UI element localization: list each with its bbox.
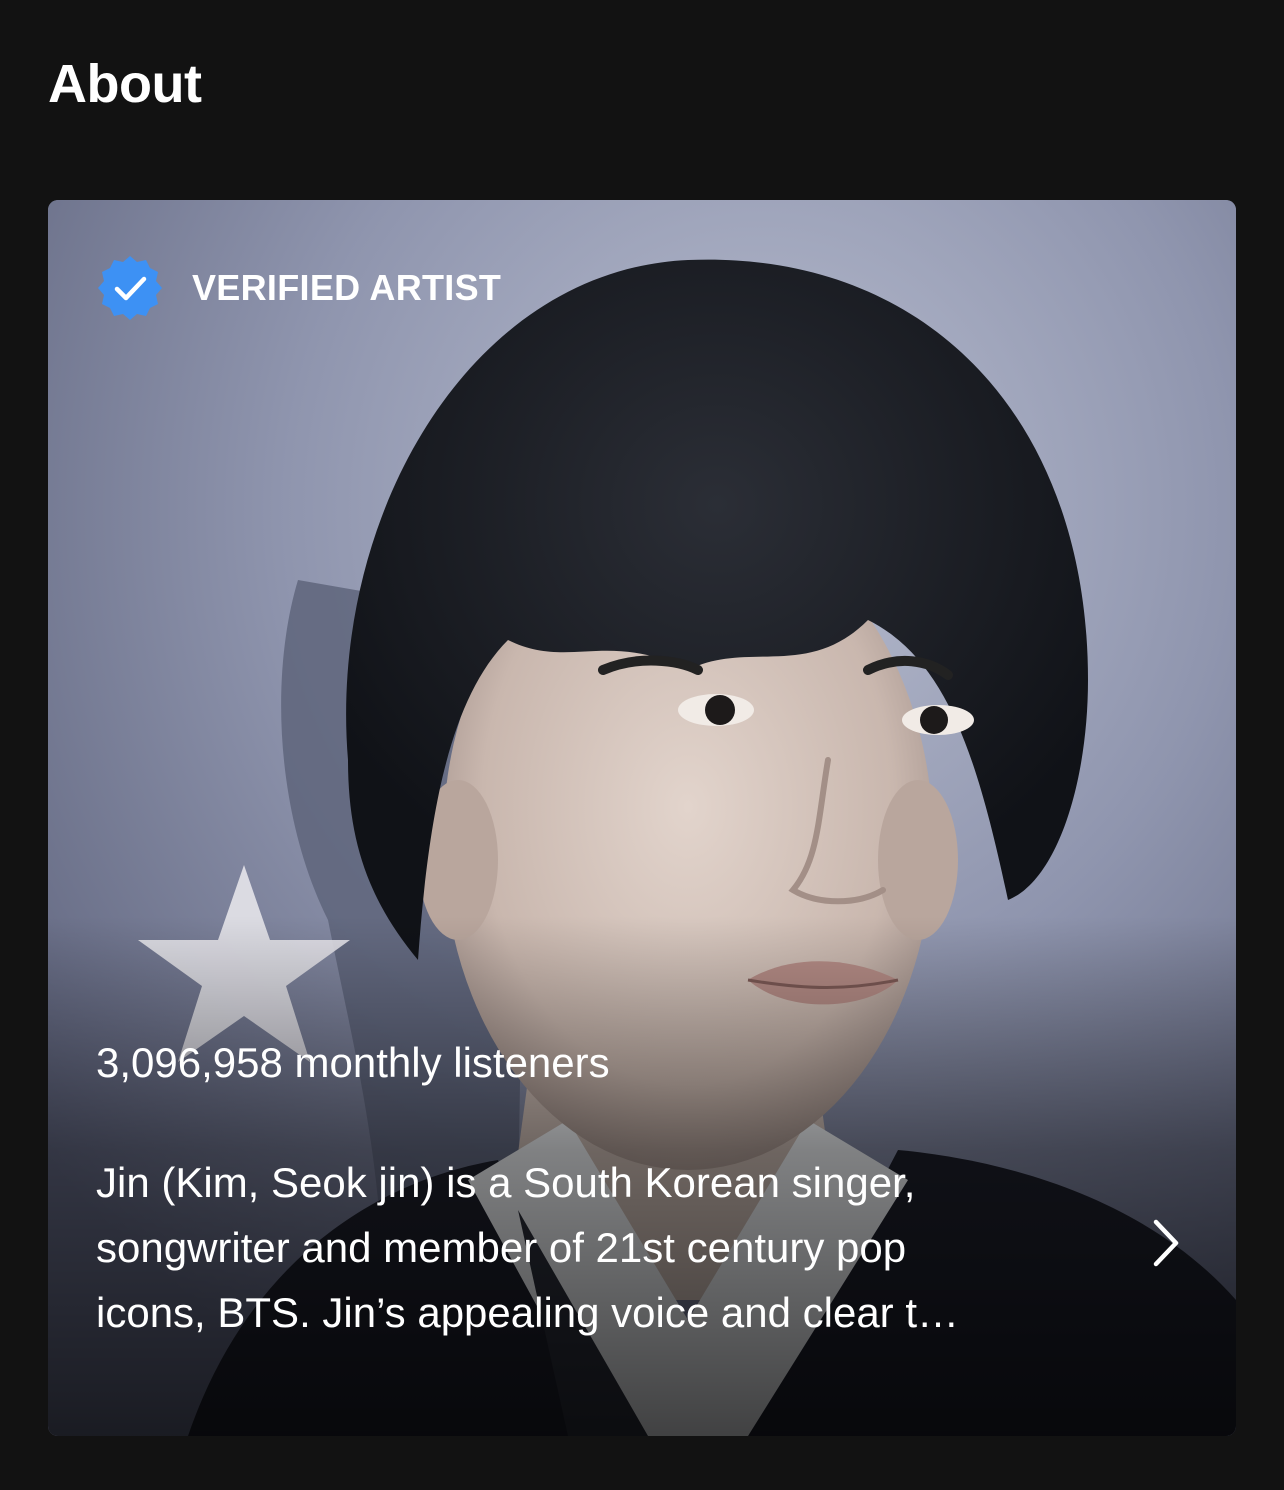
artist-page: About VERIFIED ARTIST 3,096,958 monthly …	[0, 0, 1284, 1490]
about-card[interactable]: VERIFIED ARTIST 3,096,958 monthly listen…	[48, 200, 1236, 1436]
monthly-listeners: 3,096,958 monthly listeners	[96, 1039, 610, 1086]
verified-artist-label: VERIFIED ARTIST	[192, 267, 502, 308]
verified-badge-icon	[98, 256, 162, 320]
artist-bio: Jin (Kim, Seok jin) is a South Korean si…	[96, 1150, 1096, 1345]
bio-line-1: Jin (Kim, Seok jin) is a South Korean si…	[96, 1159, 916, 1206]
chevron-right-icon[interactable]	[1146, 1216, 1186, 1270]
bio-line-2: songwriter and member of 21st century po…	[96, 1224, 907, 1271]
section-title: About	[48, 54, 202, 114]
verified-artist-row: VERIFIED ARTIST	[96, 254, 501, 322]
bio-line-3: icons, BTS. Jin’s appealing voice and cl…	[96, 1289, 960, 1336]
